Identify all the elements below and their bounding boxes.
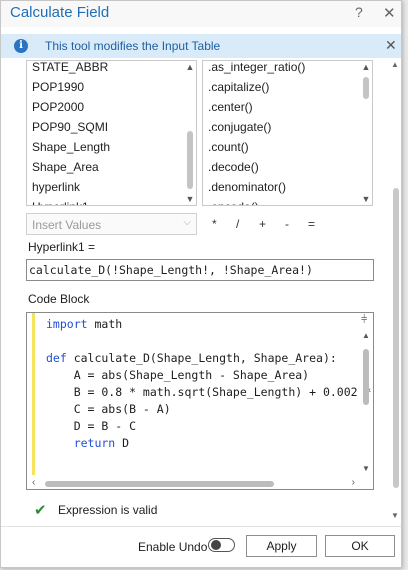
operator-plus-button[interactable]: + (259, 217, 266, 231)
help-button[interactable]: ? (355, 4, 363, 20)
scroll-thumb[interactable] (393, 188, 399, 488)
toggle-knob (211, 540, 221, 550)
footer-divider (1, 526, 401, 527)
scroll-thumb[interactable] (45, 481, 274, 487)
ok-button[interactable]: OK (325, 535, 395, 557)
field-list-item[interactable]: Shape_Length (32, 137, 110, 157)
info-icon: i (14, 39, 28, 53)
field-list-item[interactable]: POP90_SQMI (32, 117, 110, 137)
expression-input[interactable]: calculate_D(!Shape_Length!, !Shape_Area!… (26, 259, 374, 281)
method-list-item[interactable]: .denominator() (208, 177, 305, 197)
scroll-down-icon[interactable]: ▼ (391, 511, 399, 520)
title-bar: Calculate Field ? ✕ (1, 1, 401, 27)
checkmark-icon: ✔ (34, 502, 47, 519)
info-close-button[interactable]: ✕ (385, 37, 397, 54)
scroll-right-icon[interactable]: › (352, 477, 355, 488)
code-text: D (115, 436, 130, 450)
methods-list[interactable]: .as_integer_ratio() .capitalize() .center(… (202, 60, 373, 206)
field-list-item[interactable]: POP2000 (32, 97, 110, 117)
code-keyword: import (46, 317, 88, 331)
operator-divide-button[interactable]: / (236, 217, 239, 231)
field-list-item[interactable]: hyperlink (32, 177, 110, 197)
close-button[interactable]: ✕ (383, 4, 396, 22)
code-vertical-scrollbar[interactable]: ⫩ ▲ ▼ (359, 313, 373, 475)
code-line: D = B - C (46, 418, 371, 435)
field-list-item[interactable]: Shape_Area (32, 157, 110, 177)
chevron-down-icon: ⌵ (183, 217, 191, 228)
code-line: C = abs(B - A) (46, 401, 371, 418)
methods-list-scrollbar[interactable]: ▲ ▼ (360, 61, 372, 205)
code-block-editor[interactable]: import math def calculate_D(Shape_Length,… (26, 312, 374, 490)
field-list-item[interactable]: Hyperlink1 (32, 197, 110, 205)
scroll-up-icon[interactable]: ▲ (361, 62, 371, 72)
method-list-item[interactable]: .capitalize() (208, 77, 305, 97)
code-keyword: return (46, 436, 116, 450)
scroll-up-icon[interactable]: ▲ (362, 331, 370, 340)
fields-list-items: STATE_ABBR POP1990 POP2000 POP90_SQMI Shape_… (32, 61, 110, 205)
code-text: math (87, 317, 123, 331)
scroll-left-icon[interactable]: ‹ (32, 477, 35, 488)
code-horizontal-scrollbar[interactable]: ‹ › (27, 477, 359, 489)
dialog-scrollbar[interactable]: ▲ ▼ (390, 60, 402, 520)
scroll-down-icon[interactable]: ▼ (362, 464, 370, 473)
operator-multiply-button[interactable]: * (212, 217, 217, 231)
insert-values-label: Insert Values (32, 218, 102, 232)
code-keyword: def (46, 351, 67, 365)
code-text: A = abs(Shape_Length - Shape_Area) (46, 368, 310, 382)
scroll-down-icon[interactable]: ▼ (361, 194, 371, 204)
operator-equals-button[interactable]: = (308, 217, 315, 231)
scroll-thumb[interactable] (363, 349, 369, 405)
method-list-item[interactable]: .as_integer_ratio() (208, 61, 305, 77)
code-text: D = B - C (46, 419, 137, 433)
code-text: C = abs(B - A) (46, 402, 171, 416)
scroll-up-icon[interactable]: ▲ (185, 62, 195, 72)
validation-message: Expression is valid (58, 503, 158, 517)
dialog-title: Calculate Field (10, 4, 110, 21)
enable-undo-label: Enable Undo (138, 540, 208, 554)
insert-values-dropdown[interactable]: Insert Values ⌵ (26, 213, 197, 235)
code-line: B = 0.8 * math.sqrt(Shape_Length) + 0.00… (46, 384, 372, 401)
scroll-thumb[interactable] (363, 77, 369, 99)
field-list-item[interactable]: STATE_ABBR (32, 61, 110, 77)
code-line: A = abs(Shape_Length - Shape_Area) (46, 367, 371, 384)
expression-label: Hyperlink1 = (28, 240, 96, 254)
modified-lines-gutter (32, 313, 35, 475)
scroll-down-icon[interactable]: ▼ (185, 194, 195, 204)
method-list-item[interactable]: .encode() (208, 197, 305, 205)
method-list-item[interactable]: .count() (208, 137, 305, 157)
field-list-item[interactable]: POP1990 (32, 77, 110, 97)
code-line: return D (46, 435, 371, 452)
operator-minus-button[interactable]: - (285, 217, 289, 231)
code-lines: import math def calculate_D(Shape_Length,… (46, 316, 371, 452)
code-text: calculate_D(Shape_Length, Shape_Area): (66, 351, 337, 365)
enable-undo-toggle[interactable] (208, 538, 235, 552)
fields-list-scrollbar[interactable]: ▲ ▼ (184, 61, 196, 205)
methods-list-items: .as_integer_ratio() .capitalize() .center(… (208, 61, 305, 205)
code-text: B = 0.8 * math.sqrt(Shape_Length) + 0.00… (46, 385, 372, 399)
scroll-up-icon[interactable]: ▲ (391, 60, 399, 69)
code-block-label: Code Block (28, 292, 90, 306)
method-list-item[interactable]: .conjugate() (208, 117, 305, 137)
scroll-thumb[interactable] (187, 131, 193, 189)
split-editor-icon[interactable]: ⫩ (361, 314, 367, 327)
fields-list[interactable]: STATE_ABBR POP1990 POP2000 POP90_SQMI Shape_… (26, 60, 197, 206)
info-bar: i This tool modifies the Input Table ✕ (1, 34, 401, 58)
apply-button[interactable]: Apply (246, 535, 317, 557)
calculate-field-dialog: Calculate Field ? ✕ i This tool modifies… (0, 0, 402, 568)
method-list-item[interactable]: .decode() (208, 157, 305, 177)
code-line: def calculate_D(Shape_Length, Shape_Area… (46, 350, 371, 367)
method-list-item[interactable]: .center() (208, 97, 305, 117)
info-message: This tool modifies the Input Table (45, 39, 221, 53)
code-line: import math (46, 316, 371, 333)
